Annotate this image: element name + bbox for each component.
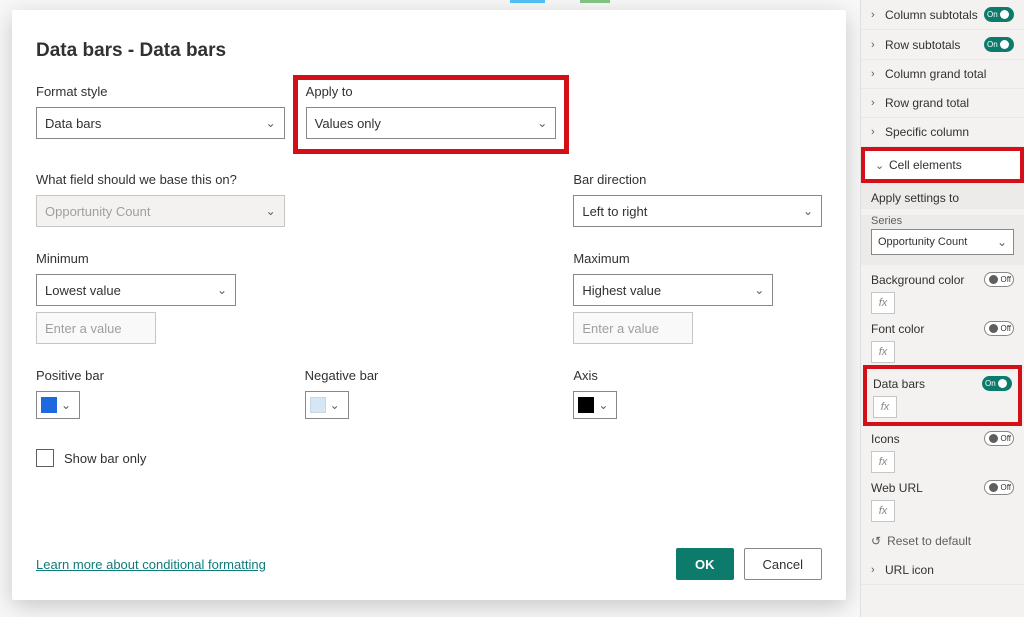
toggle-column-subtotals[interactable]: On: [984, 7, 1014, 22]
chevron-down-icon: ⌄: [266, 116, 276, 130]
chevron-right-icon: ›: [871, 564, 881, 576]
reset-icon: ↺: [871, 534, 881, 548]
row-url-icon[interactable]: ›URL icon: [861, 556, 1024, 585]
chevron-down-icon: ⌄: [61, 398, 71, 412]
icons-label: Icons: [871, 432, 900, 446]
show-bar-only-label: Show bar only: [64, 451, 146, 466]
apply-to-value: Values only: [315, 116, 381, 131]
learn-more-link[interactable]: Learn more about conditional formatting: [36, 557, 266, 572]
toggle-font-color[interactable]: Off: [984, 321, 1014, 336]
base-field-value: Opportunity Count: [45, 204, 151, 219]
apply-to-select[interactable]: Values only ⌄: [306, 107, 557, 139]
chevron-down-icon: ⌄: [754, 283, 764, 297]
minimum-placeholder: Enter a value: [45, 321, 122, 336]
minimum-value-input[interactable]: Enter a value: [36, 312, 156, 344]
maximum-placeholder: Enter a value: [582, 321, 659, 336]
chevron-down-icon: ⌄: [598, 398, 608, 412]
chevron-right-icon: ›: [871, 39, 881, 51]
data-bars-highlight: Data bars On fx: [863, 365, 1022, 426]
chevron-down-icon: ⌄: [803, 204, 813, 218]
fx-icons-button[interactable]: fx: [871, 451, 895, 473]
row-cell-elements[interactable]: ⌄ Cell elements: [861, 147, 1024, 183]
row-row-subtotals[interactable]: ›Row subtotals On: [861, 30, 1024, 60]
show-bar-only-checkbox[interactable]: Show bar only: [36, 449, 285, 467]
data-bars-dialog: Data bars - Data bars Format style Data …: [12, 10, 846, 600]
row-column-grand-total[interactable]: ›Column grand total: [861, 60, 1024, 89]
maximum-value-input[interactable]: Enter a value: [573, 312, 693, 344]
dialog-title: Data bars - Data bars: [36, 40, 822, 62]
row-column-subtotals[interactable]: ›Column subtotals On: [861, 0, 1024, 30]
positive-bar-label: Positive bar: [36, 368, 285, 383]
axis-swatch: [578, 397, 594, 413]
chevron-down-icon: ⌄: [330, 398, 340, 412]
bg-color-label: Background color: [871, 273, 964, 287]
chevron-down-icon: ⌄: [537, 116, 547, 130]
fx-weburl-button[interactable]: fx: [871, 500, 895, 522]
ok-button[interactable]: OK: [676, 548, 734, 580]
negative-color-picker[interactable]: ⌄: [305, 391, 349, 419]
bar-direction-select[interactable]: Left to right ⌄: [573, 195, 822, 227]
font-color-label: Font color: [871, 322, 924, 336]
row-specific-column[interactable]: ›Specific column: [861, 118, 1024, 147]
toggle-bg-color[interactable]: Off: [984, 272, 1014, 287]
chevron-right-icon: ›: [871, 97, 881, 109]
axis-label: Axis: [573, 368, 822, 383]
cancel-button[interactable]: Cancel: [744, 548, 822, 580]
maximum-label: Maximum: [573, 251, 822, 266]
format-style-select[interactable]: Data bars ⌄: [36, 107, 285, 139]
chevron-down-icon: ⌄: [875, 159, 885, 172]
fx-databars-button[interactable]: fx: [873, 396, 897, 418]
minimum-mode-value: Lowest value: [45, 283, 121, 298]
row-row-grand-total[interactable]: ›Row grand total: [861, 89, 1024, 118]
maximum-mode-value: Highest value: [582, 283, 661, 298]
toggle-data-bars[interactable]: On: [982, 376, 1012, 391]
toggle-weburl[interactable]: Off: [984, 480, 1014, 495]
negative-bar-label: Negative bar: [305, 368, 554, 383]
series-select[interactable]: Opportunity Count ⌄: [871, 229, 1014, 255]
series-label: Series: [871, 215, 1014, 227]
format-style-label: Format style: [36, 84, 285, 99]
positive-swatch: [41, 397, 57, 413]
weburl-label: Web URL: [871, 481, 923, 495]
chevron-right-icon: ›: [871, 126, 881, 138]
apply-to-highlight: Apply to Values only ⌄: [293, 75, 570, 154]
bar-direction-label: Bar direction: [573, 172, 822, 187]
data-bars-label: Data bars: [873, 377, 925, 391]
format-style-value: Data bars: [45, 116, 101, 131]
chevron-right-icon: ›: [871, 9, 881, 21]
chevron-right-icon: ›: [871, 68, 881, 80]
axis-color-picker[interactable]: ⌄: [573, 391, 617, 419]
apply-settings-to-label: Apply settings to: [861, 183, 1024, 209]
negative-swatch: [310, 397, 326, 413]
apply-to-label: Apply to: [306, 84, 557, 99]
format-pane: ›Column subtotals On ›Row subtotals On ›…: [860, 0, 1024, 617]
checkbox-box: [36, 449, 54, 467]
base-field-label: What field should we base this on?: [36, 172, 285, 187]
minimum-label: Minimum: [36, 251, 285, 266]
maximum-mode-select[interactable]: Highest value ⌄: [573, 274, 773, 306]
base-field-select[interactable]: Opportunity Count ⌄: [36, 195, 285, 227]
chevron-down-icon: ⌄: [997, 235, 1007, 249]
toggle-row-subtotals[interactable]: On: [984, 37, 1014, 52]
bar-direction-value: Left to right: [582, 204, 647, 219]
toggle-icons[interactable]: Off: [984, 431, 1014, 446]
fx-font-button[interactable]: fx: [871, 341, 895, 363]
chevron-down-icon: ⌄: [217, 283, 227, 297]
chevron-down-icon: ⌄: [266, 204, 276, 218]
minimum-mode-select[interactable]: Lowest value ⌄: [36, 274, 236, 306]
positive-color-picker[interactable]: ⌄: [36, 391, 80, 419]
fx-bg-button[interactable]: fx: [871, 292, 895, 314]
reset-to-default[interactable]: ↺ Reset to default: [861, 526, 1024, 556]
